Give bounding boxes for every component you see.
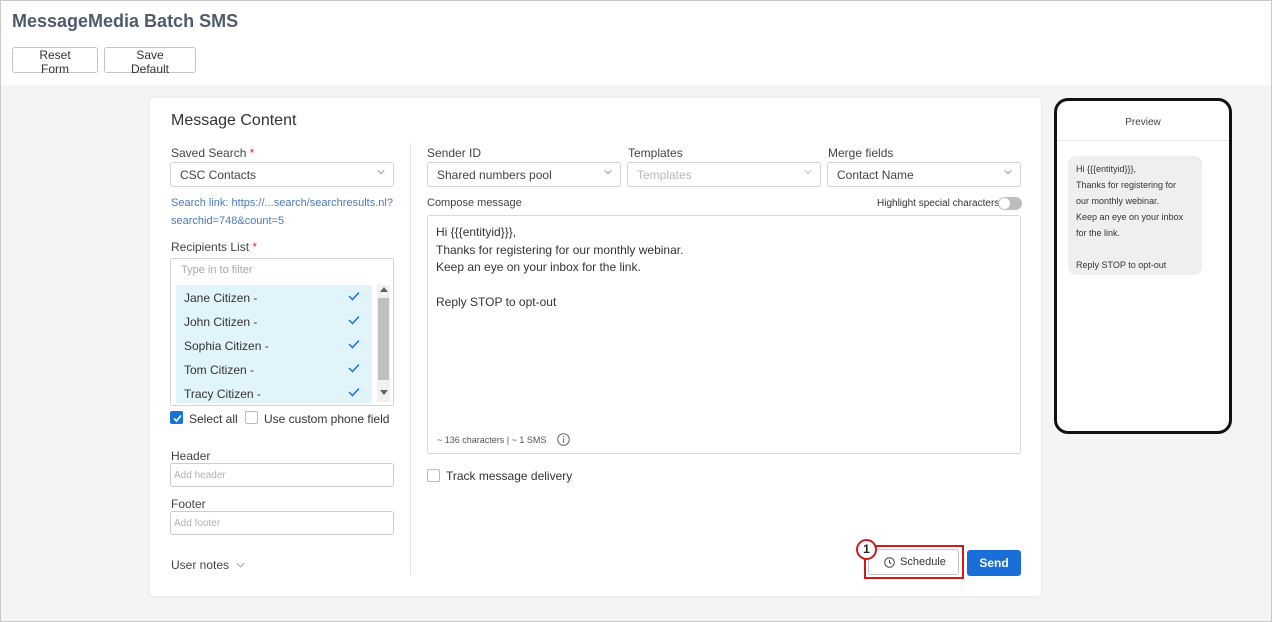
footer-label: Footer bbox=[171, 497, 206, 511]
select-all-checkbox[interactable] bbox=[170, 411, 183, 424]
recipients-label: Recipients List * bbox=[171, 240, 258, 254]
reset-form-button[interactable]: Reset Form bbox=[12, 47, 98, 76]
highlight-special-toggle[interactable] bbox=[998, 197, 1022, 210]
select-all-label: Select all bbox=[189, 412, 238, 426]
saved-search-label: Saved Search * bbox=[171, 146, 255, 160]
templates-placeholder: Templates bbox=[637, 168, 692, 182]
search-link-line2: searchid=748&count=5 bbox=[171, 215, 285, 227]
callout-number-badge: 1 bbox=[856, 539, 877, 560]
recipient-item[interactable]: John Citizen - bbox=[176, 309, 372, 333]
recipient-item[interactable]: Sophia Citizen - bbox=[176, 333, 372, 357]
recipient-item[interactable]: Jane Citizen - bbox=[176, 285, 372, 309]
templates-label: Templates bbox=[628, 146, 683, 160]
track-delivery-checkbox[interactable] bbox=[427, 469, 440, 482]
search-link-line1: Search link: https://...search/searchres… bbox=[171, 197, 393, 209]
column-divider bbox=[410, 143, 411, 575]
check-icon bbox=[348, 387, 360, 397]
clock-icon bbox=[884, 557, 895, 568]
check-icon bbox=[348, 291, 360, 301]
chevron-down-icon bbox=[804, 170, 812, 175]
chevron-down-icon bbox=[236, 562, 245, 568]
scroll-up-arrow-icon[interactable] bbox=[380, 287, 388, 292]
merge-fields-label: Merge fields bbox=[828, 146, 894, 160]
compose-label: Compose message bbox=[427, 197, 522, 209]
templates-select[interactable]: Templates bbox=[627, 162, 821, 187]
recipient-item[interactable]: Tom Citizen - bbox=[176, 357, 372, 381]
saved-search-value: CSC Contacts bbox=[180, 168, 257, 182]
merge-fields-select[interactable]: Contact Name bbox=[827, 162, 1021, 187]
character-counter: ~ 136 characters | ~ 1 SMS bbox=[437, 435, 547, 445]
compose-text: Hi {{{entityid}}}, Thanks for registerin… bbox=[436, 225, 684, 309]
recipient-name: John Citizen - bbox=[184, 315, 258, 329]
check-icon bbox=[348, 315, 360, 325]
check-icon bbox=[348, 339, 360, 349]
checkmark-icon bbox=[173, 414, 182, 423]
toggle-knob bbox=[999, 198, 1010, 209]
card-title: Message Content bbox=[171, 112, 297, 129]
preview-message-bubble: Hi {{{entityid}}}, Thanks for registerin… bbox=[1068, 156, 1202, 275]
schedule-label: Schedule bbox=[900, 556, 946, 568]
header-input[interactable]: Add header bbox=[170, 463, 394, 487]
highlight-special-label: Highlight special characters bbox=[877, 198, 1000, 209]
sender-id-value: Shared numbers pool bbox=[437, 168, 552, 182]
custom-phone-label: Use custom phone field bbox=[264, 412, 390, 426]
search-link[interactable]: Search link: https://...search/searchres… bbox=[171, 194, 393, 230]
saved-search-select[interactable]: CSC Contacts bbox=[170, 162, 394, 187]
app-title: MessageMedia Batch SMS bbox=[12, 11, 239, 31]
send-button[interactable]: Send bbox=[967, 550, 1021, 576]
sender-id-label: Sender ID bbox=[427, 146, 482, 160]
custom-phone-checkbox[interactable] bbox=[245, 411, 258, 424]
chevron-down-icon bbox=[604, 170, 612, 175]
scrollbar-thumb[interactable] bbox=[378, 298, 389, 380]
info-icon[interactable] bbox=[557, 433, 570, 446]
user-notes-toggle[interactable]: User notes bbox=[171, 558, 245, 572]
recipient-name: Jane Citizen - bbox=[184, 291, 258, 305]
recipient-item[interactable]: Tracy Citizen - bbox=[176, 381, 372, 403]
chevron-down-icon bbox=[377, 170, 385, 175]
schedule-button[interactable]: Schedule bbox=[868, 549, 959, 575]
recipient-name: Tom Citizen - bbox=[184, 363, 255, 377]
check-icon bbox=[348, 363, 360, 373]
user-notes-label: User notes bbox=[171, 558, 230, 572]
scroll-down-arrow-icon[interactable] bbox=[380, 390, 388, 395]
merge-fields-value: Contact Name bbox=[837, 168, 914, 182]
recipients-filter-input[interactable]: Type in to filter bbox=[181, 264, 253, 276]
recipient-name: Sophia Citizen - bbox=[184, 339, 269, 353]
save-default-button[interactable]: Save Default bbox=[104, 47, 196, 76]
footer-input[interactable]: Add footer bbox=[170, 511, 394, 535]
recipient-name: Tracy Citizen - bbox=[184, 387, 261, 401]
chevron-down-icon bbox=[1004, 170, 1012, 175]
preview-title: Preview bbox=[1057, 101, 1229, 141]
track-delivery-label: Track message delivery bbox=[446, 469, 573, 483]
header-label: Header bbox=[171, 449, 211, 463]
sender-id-select[interactable]: Shared numbers pool bbox=[427, 162, 621, 187]
